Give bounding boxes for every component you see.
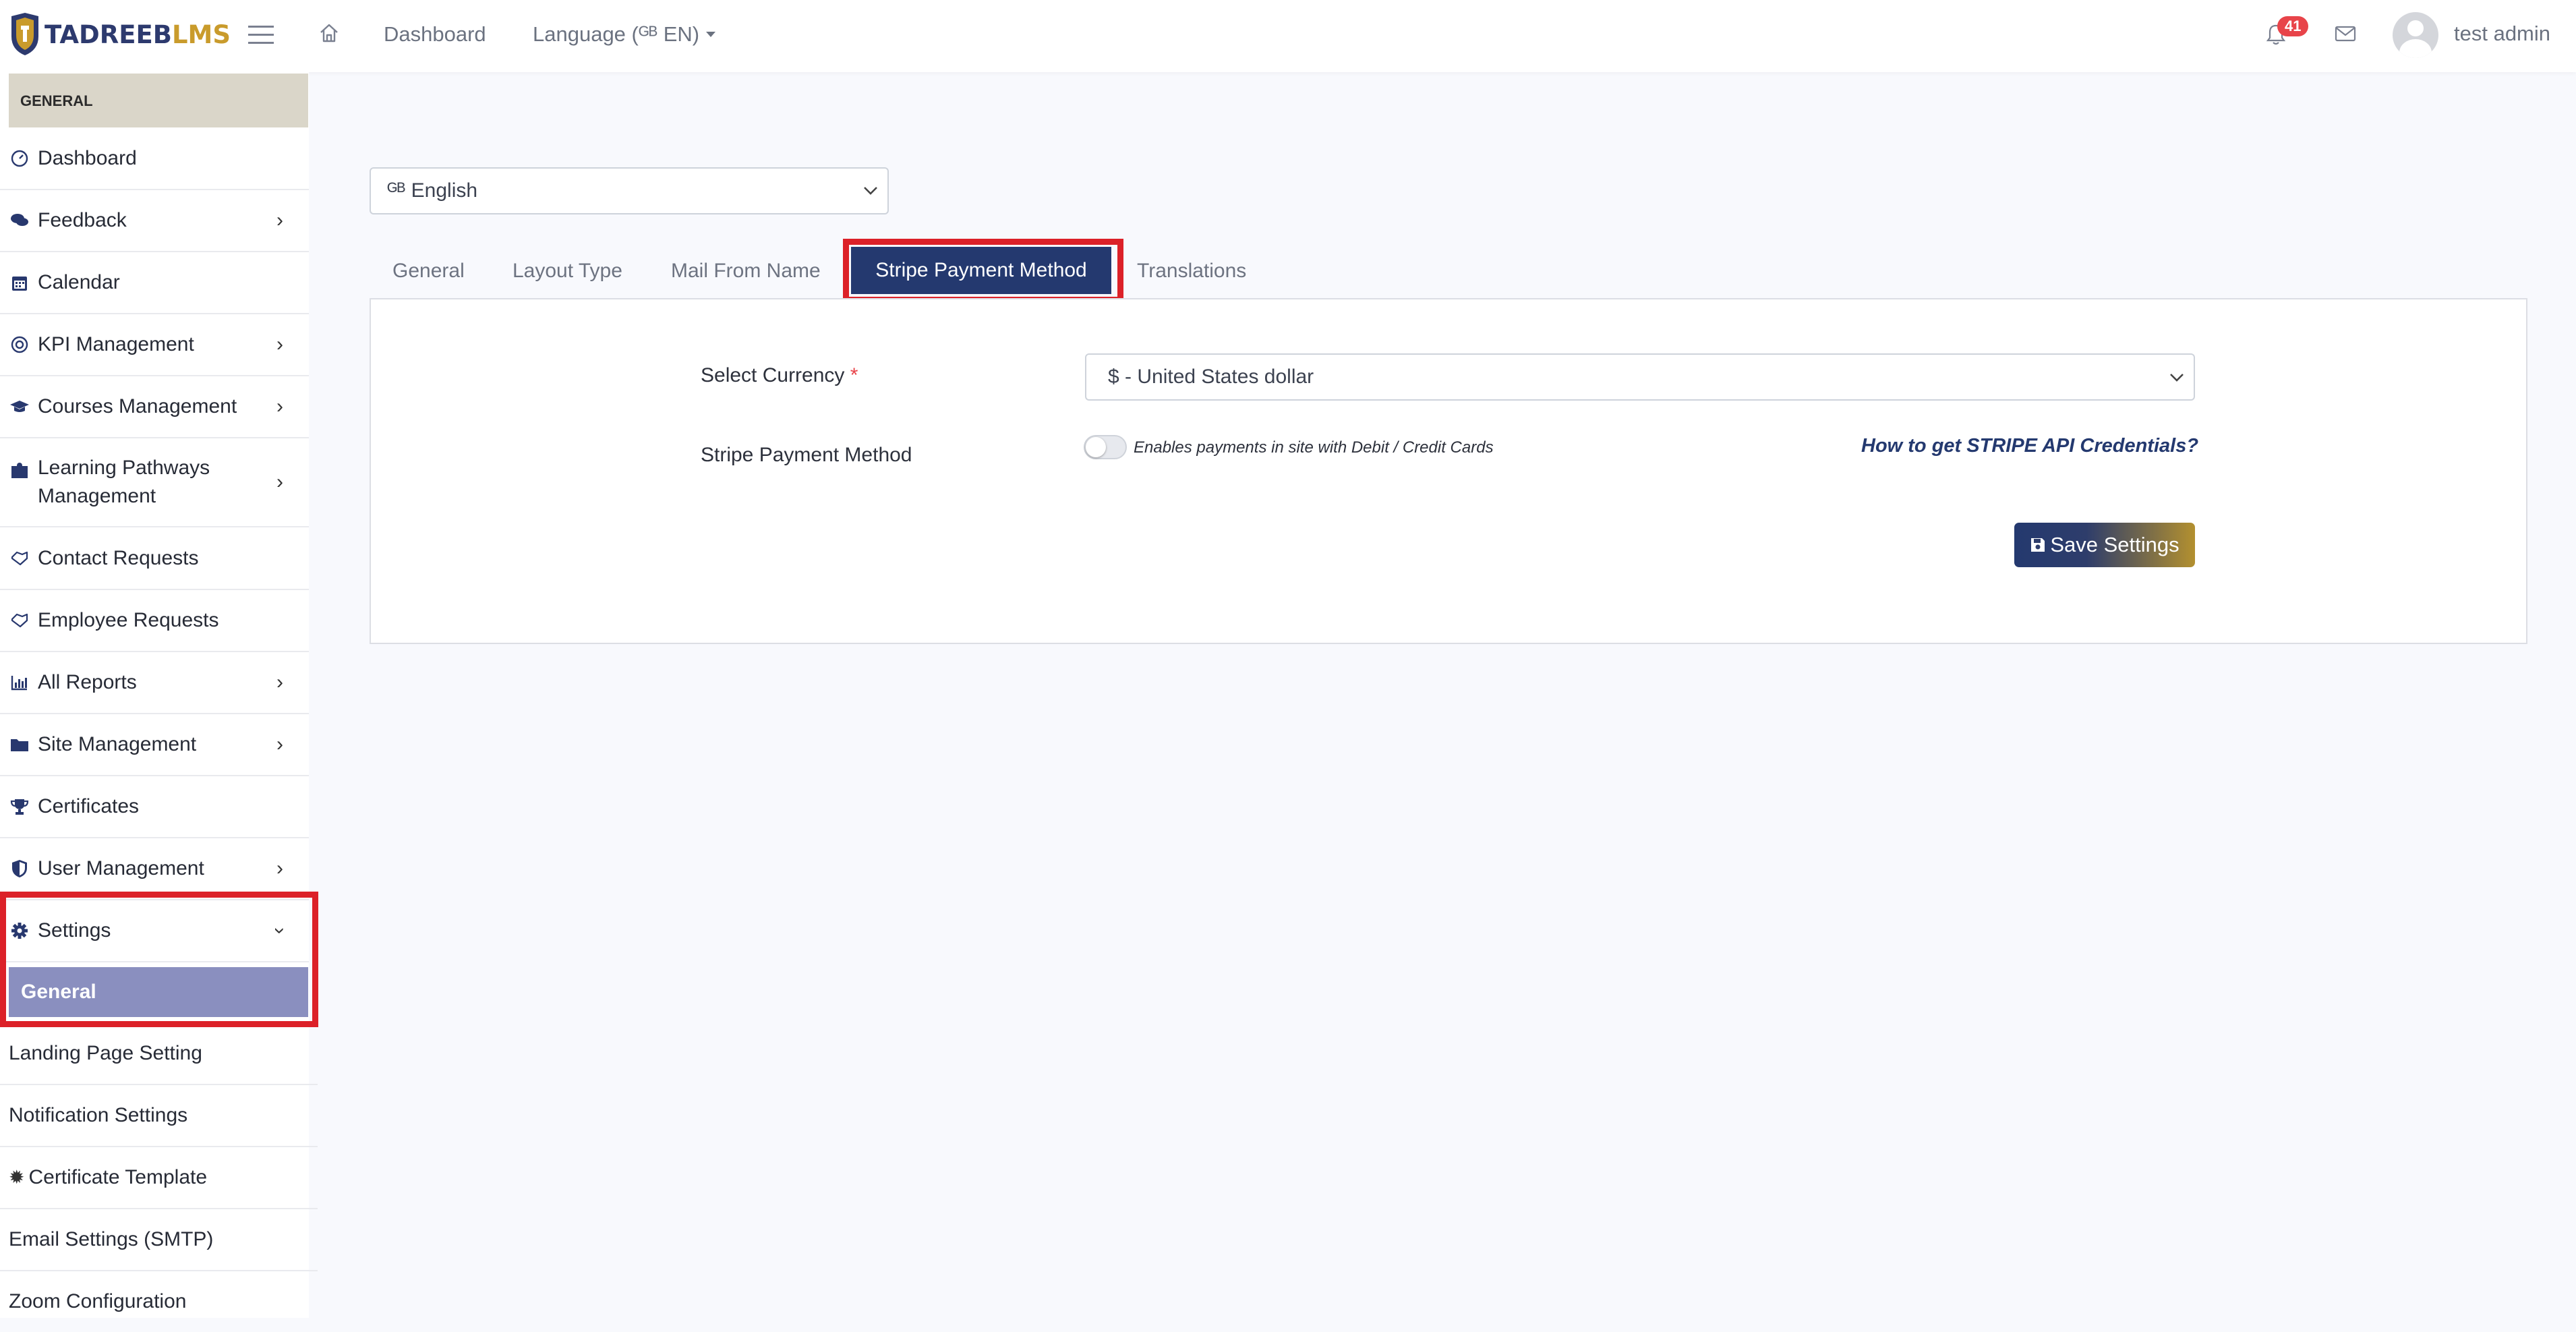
- chevron-right-icon: ›: [276, 208, 283, 231]
- language-select[interactable]: ᴳᴮ English: [370, 167, 889, 214]
- sidebar-section-header: GENERAL: [9, 74, 308, 127]
- tab-general[interactable]: General: [392, 260, 465, 283]
- required-asterisk: *: [850, 364, 858, 386]
- sidebar-subitem-notification-settings[interactable]: Notification Settings: [0, 1084, 318, 1147]
- save-settings-button[interactable]: Save Settings: [2014, 523, 2195, 567]
- sidebar-item-label: Certificates: [38, 794, 140, 817]
- comments-icon: [9, 210, 30, 231]
- tab-layout-type[interactable]: Layout Type: [513, 260, 622, 283]
- stripe-toggle[interactable]: [1084, 435, 1127, 459]
- handshake-icon: [9, 548, 30, 569]
- sidebar-item-label: Learning Pathways: [38, 456, 210, 479]
- folder-icon: [9, 734, 30, 755]
- tab-mail-from-name[interactable]: Mail From Name: [671, 260, 821, 283]
- badge-icon: ✹: [9, 1167, 25, 1188]
- sidebar-item-label: Courses Management: [38, 395, 237, 417]
- home-icon[interactable]: [318, 22, 340, 44]
- target-icon: [9, 335, 30, 355]
- floppy-disk-icon: [2031, 538, 2045, 552]
- chevron-right-icon: ›: [276, 857, 283, 879]
- brand-logo[interactable]: TADREEBLMS: [9, 12, 231, 57]
- handshake-icon: [9, 610, 30, 631]
- toggle-knob: [1086, 437, 1106, 457]
- logo-text-primary: TADREEB: [45, 20, 172, 49]
- sidebar-subitem-email-settings[interactable]: Email Settings (SMTP): [0, 1209, 318, 1271]
- sidebar-subitem-landing-page-setting[interactable]: Landing Page Setting: [0, 1022, 318, 1085]
- sidebar-subitem-label: Email Settings (SMTP): [9, 1227, 214, 1250]
- sidebar-section-title: GENERAL: [20, 92, 93, 109]
- sidebar-item-label: User Management: [38, 857, 204, 879]
- save-settings-label: Save Settings: [2050, 533, 2179, 556]
- gauge-icon: [9, 148, 30, 169]
- currency-label: Select Currency *: [701, 364, 858, 386]
- chevron-right-icon: ›: [276, 470, 283, 493]
- caret-down-icon: [706, 32, 716, 37]
- sidebar-item-label: KPI Management: [38, 332, 194, 355]
- hamburger-icon[interactable]: [248, 23, 274, 45]
- sidebar-item-certificates[interactable]: Certificates: [0, 776, 309, 838]
- sidebar-item-label: Dashboard: [38, 146, 137, 169]
- sidebar-item-site-management[interactable]: Site Management ›: [0, 714, 309, 776]
- language-select-value: ᴳᴮ English: [387, 179, 478, 202]
- sidebar-item-employee-requests[interactable]: Employee Requests: [0, 589, 309, 652]
- stripe-settings-panel: [370, 298, 2527, 644]
- stripe-method-label: Stripe Payment Method: [701, 444, 912, 466]
- currency-select-value: $ - United States dollar: [1108, 366, 1314, 388]
- stripe-credentials-link[interactable]: How to get STRIPE API Credentials?: [1861, 435, 2198, 457]
- graduation-cap-icon: [9, 397, 30, 417]
- mail-icon[interactable]: [2335, 26, 2356, 42]
- chevron-right-icon: ›: [276, 732, 283, 755]
- nav-dashboard-link[interactable]: Dashboard: [384, 22, 486, 47]
- sidebar-item-feedback[interactable]: Feedback ›: [0, 190, 309, 252]
- user-name[interactable]: test admin: [2454, 22, 2550, 46]
- calendar-icon: [9, 272, 30, 293]
- sidebar-subitem-label: Certificate Template: [28, 1165, 208, 1188]
- shield-icon: [9, 859, 30, 879]
- notification-badge: 41: [2277, 16, 2309, 36]
- sidebar-item-label: Contact Requests: [38, 546, 199, 569]
- sidebar-subitem-certificate-template[interactable]: ✹ Certificate Template: [0, 1147, 318, 1209]
- sidebar-item-label: Site Management: [38, 732, 197, 755]
- logo-text-accent: LMS: [171, 20, 231, 49]
- chevron-right-icon: ›: [276, 332, 283, 355]
- language-dropdown-label: Language (ᴳᴮ EN): [533, 22, 700, 46]
- sidebar-subitem-label: Landing Page Setting: [9, 1041, 202, 1064]
- shield-logo-icon: [11, 13, 38, 55]
- sidebar-item-dashboard[interactable]: Dashboard: [0, 127, 309, 190]
- sidebar-subitem-label: Zoom Configuration: [9, 1290, 187, 1312]
- puzzle-icon: [9, 460, 30, 480]
- sidebar-item-learning-pathways[interactable]: Learning Pathways Management ›: [0, 438, 309, 527]
- settings-highlight-box: [0, 892, 318, 1027]
- sidebar-item-label: All Reports: [38, 670, 137, 693]
- sidebar-item-calendar[interactable]: Calendar: [0, 252, 309, 314]
- chevron-down-icon: [2170, 374, 2184, 382]
- sidebar-item-label: Employee Requests: [38, 608, 219, 631]
- sidebar-item-label: Calendar: [38, 270, 120, 293]
- sidebar-item-kpi-management[interactable]: KPI Management ›: [0, 314, 309, 376]
- sidebar-subitem-label: Notification Settings: [9, 1103, 188, 1126]
- trophy-icon: [9, 797, 30, 817]
- stripe-tab-highlight-box: [843, 239, 1123, 303]
- sidebar-item-label: Feedback: [38, 208, 127, 231]
- language-dropdown[interactable]: Language (ᴳᴮ EN): [533, 22, 716, 47]
- avatar[interactable]: [2393, 12, 2438, 58]
- tab-translations[interactable]: Translations: [1137, 260, 1246, 283]
- chart-icon: [9, 672, 30, 693]
- sidebar-item-all-reports[interactable]: All Reports ›: [0, 651, 309, 714]
- chevron-right-icon: ›: [276, 395, 283, 417]
- chevron-down-icon: [864, 187, 877, 195]
- sidebar-item-courses-management[interactable]: Courses Management ›: [0, 376, 309, 438]
- sidebar-item-contact-requests[interactable]: Contact Requests: [0, 527, 309, 590]
- chevron-right-icon: ›: [276, 670, 283, 693]
- sidebar-item-label-line2: Management: [38, 484, 156, 507]
- currency-select[interactable]: $ - United States dollar: [1085, 353, 2195, 401]
- sidebar-subitem-zoom-configuration[interactable]: Zoom Configuration: [0, 1271, 318, 1332]
- stripe-toggle-hint: Enables payments in site with Debit / Cr…: [1134, 438, 1494, 457]
